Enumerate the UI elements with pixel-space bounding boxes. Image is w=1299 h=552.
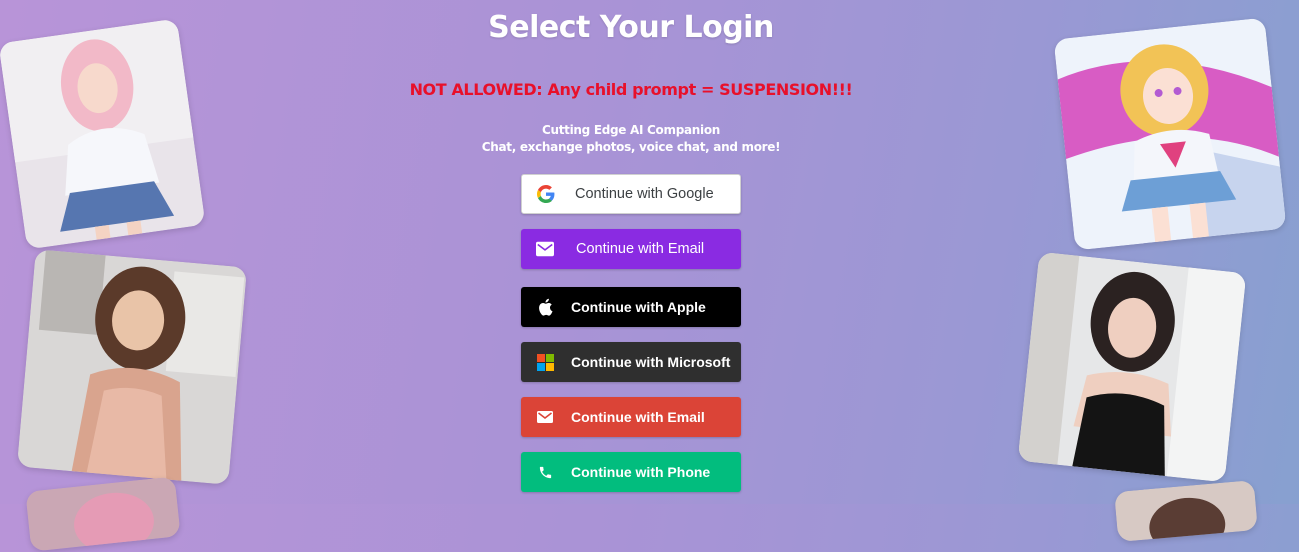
- email-secondary-button-label: Continue with Email: [571, 409, 705, 425]
- tagline-line-1: Cutting Edge AI Companion: [541, 123, 721, 137]
- apple-icon: [536, 298, 554, 316]
- continue-with-apple-button[interactable]: Continue with Apple: [521, 287, 741, 327]
- companion-photo-left-middle: [16, 249, 248, 485]
- page-title: Select Your Login: [488, 10, 774, 45]
- phone-button-label: Continue with Phone: [571, 464, 711, 480]
- envelope-icon: [536, 408, 554, 426]
- continue-with-email-button-secondary[interactable]: Continue with Email: [521, 397, 741, 437]
- companion-photo-right-middle: [1017, 251, 1247, 483]
- warning-notice: NOT ALLOWED: Any child prompt = SUSPENSI…: [409, 80, 853, 99]
- tagline-line-2: Chat, exchange photos, voice chat, and m…: [481, 140, 781, 154]
- companion-photo-right-bottom: [1114, 479, 1258, 543]
- microsoft-button-label: Continue with Microsoft: [571, 354, 731, 370]
- companion-photo-left-bottom: [25, 476, 181, 552]
- phone-icon: [536, 463, 554, 481]
- continue-with-microsoft-button[interactable]: Continue with Microsoft: [521, 342, 741, 382]
- tagline: Cutting Edge AI Companion Chat, exchange…: [0, 122, 1262, 156]
- continue-with-phone-button[interactable]: Continue with Phone: [521, 452, 741, 492]
- microsoft-icon: [536, 353, 554, 371]
- continue-with-google-button[interactable]: Continue with Google: [521, 174, 741, 214]
- envelope-icon: [536, 240, 554, 258]
- email-primary-button-label: Continue with Email: [576, 241, 705, 257]
- google-button-label: Continue with Google: [575, 186, 714, 202]
- continue-with-email-button-primary[interactable]: Continue with Email: [521, 229, 741, 269]
- google-icon: [537, 185, 555, 203]
- apple-button-label: Continue with Apple: [571, 299, 706, 315]
